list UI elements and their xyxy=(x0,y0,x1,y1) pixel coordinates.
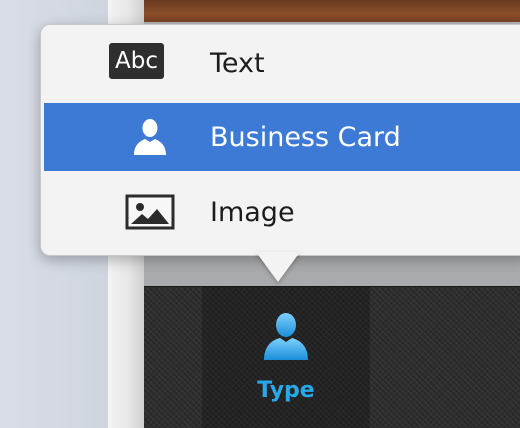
menu-item-image[interactable]: Image xyxy=(44,180,520,244)
menu-item-label: Image xyxy=(210,196,295,228)
person-icon xyxy=(264,313,308,360)
menu-item-label: Text xyxy=(210,47,265,79)
type-tool-label: Type xyxy=(257,378,315,403)
type-tool-button[interactable]: Type xyxy=(202,286,370,428)
abc-text-icon: Abc xyxy=(109,43,164,79)
menu-item-text[interactable]: Abc Text xyxy=(44,31,520,95)
menu-item-label: Business Card xyxy=(210,121,401,153)
popover-arrow xyxy=(256,252,300,282)
menu-item-business-card[interactable]: Business Card xyxy=(44,103,520,171)
wood-header xyxy=(144,0,520,22)
image-icon xyxy=(110,192,190,232)
person-icon xyxy=(110,117,190,157)
